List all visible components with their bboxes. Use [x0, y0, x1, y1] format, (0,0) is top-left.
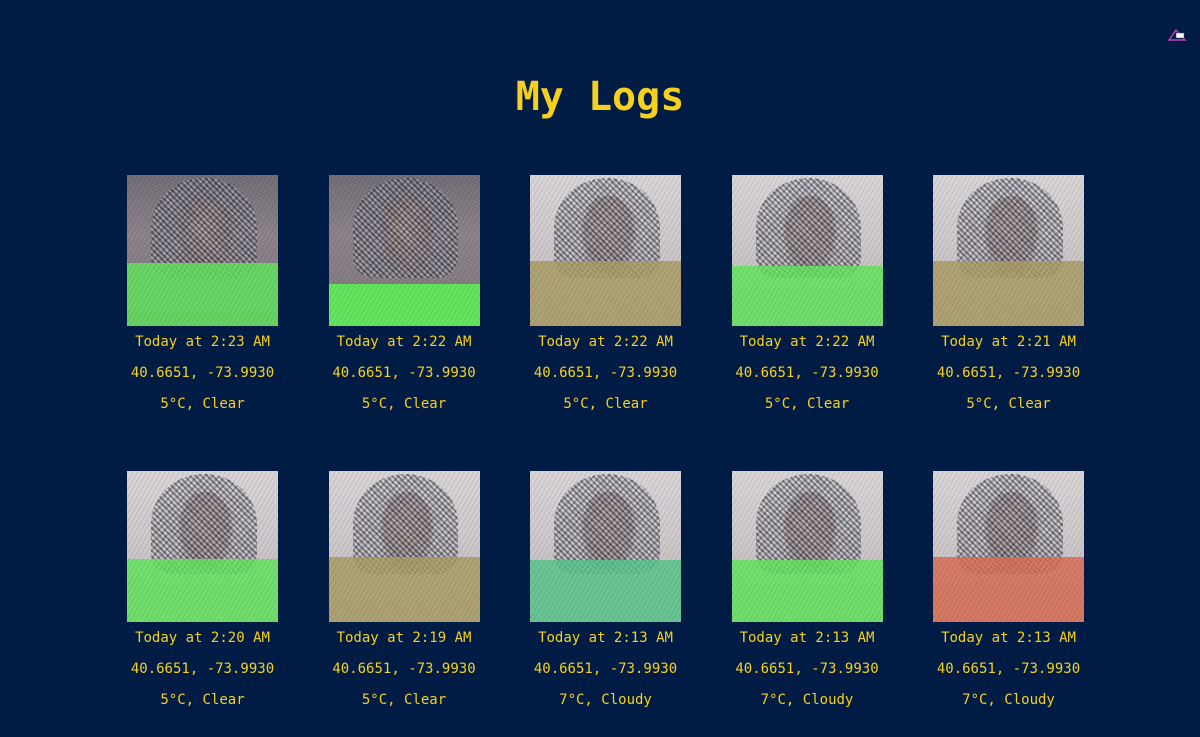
log-weather: 7°C, Cloudy [962, 692, 1055, 708]
log-photo-thumbnail[interactable] [127, 175, 278, 326]
log-photo-thumbnail[interactable] [530, 175, 681, 326]
log-coordinates: 40.6651, -73.9930 [533, 661, 678, 677]
photo-noise [328, 175, 480, 326]
log-timestamp: Today at 2:22 AM [336, 334, 472, 350]
log-card[interactable]: Today at 2:13 AM 40.6651, -73.9930 7°C, Cl… [710, 471, 905, 725]
photo-noise [933, 175, 1084, 326]
log-timestamp: Today at 2:19 AM [336, 630, 472, 646]
page-title: My Logs [515, 74, 685, 120]
log-photo-thumbnail[interactable] [933, 175, 1084, 326]
log-card[interactable]: Today at 2:13 AM 40.6651, -73.9930 7°C, Cl… [911, 471, 1106, 725]
log-card[interactable]: Today at 2:19 AM 40.6651, -73.9930 5°C, Cl… [307, 471, 502, 725]
photo-noise [530, 471, 681, 622]
log-photo-thumbnail[interactable] [328, 471, 480, 622]
log-photo-thumbnail[interactable] [530, 471, 681, 622]
log-weather: 7°C, Cloudy [760, 692, 854, 708]
logs-page: My Logs Today at 2:23 AM 40.6651, -73.993… [0, 0, 1200, 737]
log-timestamp: Today at 2:13 AM [941, 630, 1076, 646]
log-weather: 5°C, Clear [764, 396, 850, 412]
log-coordinates: 40.6651, -73.9930 [936, 365, 1081, 381]
log-card[interactable]: Today at 2:23 AM 40.6651, -73.9930 5°C, Cl… [105, 175, 300, 429]
log-timestamp: Today at 2:22 AM [538, 334, 673, 350]
log-card[interactable]: Today at 2:22 AM 40.6651, -73.9930 5°C, Cl… [508, 175, 703, 429]
log-coordinates: 40.6651, -73.9930 [735, 365, 879, 381]
photo-noise [530, 175, 681, 326]
log-photo-thumbnail[interactable] [933, 471, 1084, 622]
log-timestamp: Today at 2:23 AM [135, 334, 270, 350]
log-photo-thumbnail[interactable] [328, 175, 480, 326]
photo-noise [933, 471, 1084, 622]
log-coordinates: 40.6651, -73.9930 [332, 661, 476, 677]
log-photo-thumbnail[interactable] [127, 471, 278, 622]
log-coordinates: 40.6651, -73.9930 [936, 661, 1081, 677]
log-photo-thumbnail[interactable] [731, 175, 883, 326]
log-coordinates: 40.6651, -73.9930 [332, 365, 476, 381]
photo-noise [731, 175, 883, 326]
log-coordinates: 40.6651, -73.9930 [130, 365, 275, 381]
log-timestamp: Today at 2:22 AM [739, 334, 875, 350]
log-weather: 5°C, Clear [361, 396, 447, 412]
photo-noise [127, 175, 278, 326]
log-weather: 5°C, Clear [563, 396, 648, 412]
log-coordinates: 40.6651, -73.9930 [735, 661, 879, 677]
log-card[interactable]: Today at 2:13 AM 40.6651, -73.9930 7°C, Cl… [508, 471, 703, 725]
photo-noise [127, 471, 278, 622]
log-weather: 5°C, Clear [966, 396, 1051, 412]
log-weather: 5°C, Clear [361, 692, 447, 708]
log-coordinates: 40.6651, -73.9930 [130, 661, 275, 677]
log-timestamp: Today at 2:13 AM [739, 630, 875, 646]
log-card[interactable]: Today at 2:20 AM 40.6651, -73.9930 5°C, Cl… [105, 471, 300, 725]
log-card[interactable]: Today at 2:22 AM 40.6651, -73.9930 5°C, Cl… [710, 175, 905, 429]
log-weather: 5°C, Clear [160, 396, 245, 412]
log-weather: 5°C, Clear [160, 692, 245, 708]
log-timestamp: Today at 2:20 AM [135, 630, 270, 646]
log-card[interactable]: Today at 2:22 AM 40.6651, -73.9930 5°C, Cl… [307, 175, 502, 429]
log-card[interactable]: Today at 2:21 AM 40.6651, -73.9930 5°C, Cl… [911, 175, 1106, 429]
log-weather: 7°C, Cloudy [559, 692, 652, 708]
log-photo-thumbnail[interactable] [731, 471, 883, 622]
log-coordinates: 40.6651, -73.9930 [533, 365, 678, 381]
log-timestamp: Today at 2:21 AM [941, 334, 1076, 350]
photo-noise [731, 471, 883, 622]
photo-noise [328, 471, 480, 622]
log-timestamp: Today at 2:13 AM [538, 630, 673, 646]
logs-grid: Today at 2:23 AM 40.6651, -73.9930 5°C, Cl… [105, 175, 1105, 725]
app-logo-icon[interactable] [1167, 28, 1187, 42]
